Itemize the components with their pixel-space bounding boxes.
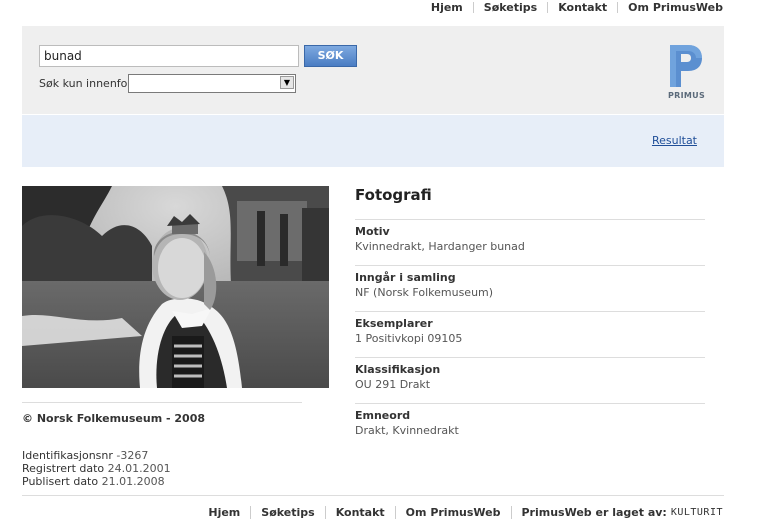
nav-separator — [472, 1, 474, 13]
field-label: Eksemplarer — [355, 317, 433, 330]
record-details: Fotografi Motiv Kvinnedrakt, Hardanger b… — [355, 184, 705, 449]
search-button[interactable]: SØK — [304, 45, 357, 67]
meta-id-row: Identifikasjonsnr -3267 — [22, 449, 171, 462]
photo-image — [22, 186, 329, 388]
footer-separator — [324, 506, 326, 519]
search-panel: bunad SØK Søk kun innenfor: ▼ PRIMUS — [22, 26, 724, 114]
footer-separator — [394, 506, 396, 519]
field-label: Emneord — [355, 409, 411, 422]
footer-credit: PrimusWeb er laget av: — [521, 506, 667, 519]
primus-logo-icon — [670, 45, 702, 87]
footer-nav: Hjem Søketips Kontakt Om PrimusWeb Primu… — [208, 506, 723, 519]
record-meta: Identifikasjonsnr -3267 Registrert dato … — [22, 449, 171, 488]
footer-separator — [510, 506, 512, 519]
meta-registered-label: Registrert dato — [22, 462, 105, 475]
dropdown-arrow-icon[interactable]: ▼ — [280, 76, 294, 89]
footer-divider — [22, 495, 724, 496]
field-classification: Klassifikasjon OU 291 Drakt — [355, 357, 705, 403]
field-subject: Emneord Drakt, Kvinnedrakt — [355, 403, 705, 449]
result-link[interactable]: Resultat — [652, 134, 697, 147]
field-copies: Eksemplarer 1 Positivkopi 09105 — [355, 311, 705, 357]
copyright-text: © Norsk Folkemuseum - 2008 — [22, 412, 206, 425]
field-value: Drakt, Kvinnedrakt — [355, 424, 459, 437]
nav-home-link[interactable]: Hjem — [431, 1, 463, 14]
field-label: Inngår i samling — [355, 271, 456, 284]
meta-published-value: 21.01.2008 — [101, 475, 165, 488]
footer-home-link[interactable]: Hjem — [208, 506, 240, 519]
meta-published-row: Publisert dato 21.01.2008 — [22, 475, 171, 488]
meta-registered-row: Registrert dato 24.01.2001 — [22, 462, 171, 475]
meta-published-label: Publisert dato — [22, 475, 99, 488]
nav-separator — [547, 1, 549, 13]
meta-id-value: -3267 — [116, 449, 149, 462]
footer-contact-link[interactable]: Kontakt — [336, 506, 385, 519]
search-within-select[interactable]: ▼ — [128, 74, 296, 93]
nav-contact-link[interactable]: Kontakt — [558, 1, 607, 14]
record-photo[interactable] — [22, 186, 329, 388]
search-within-label: Søk kun innenfor: — [39, 77, 136, 90]
primus-logo[interactable]: PRIMUS — [668, 43, 706, 101]
field-label: Klassifikasjon — [355, 363, 441, 376]
field-label: Motiv — [355, 225, 390, 238]
field-collection: Inngår i samling NF (Norsk Folkemuseum) — [355, 265, 705, 311]
footer-about-link[interactable]: Om PrimusWeb — [406, 506, 501, 519]
meta-registered-value: 24.01.2001 — [107, 462, 171, 475]
meta-id-label: Identifikasjonsnr — [22, 449, 113, 462]
photo-divider — [22, 402, 302, 403]
footer-search-tips-link[interactable]: Søketips — [261, 506, 314, 519]
field-motiv: Motiv Kvinnedrakt, Hardanger bunad — [355, 219, 705, 265]
record-title: Fotografi — [355, 186, 432, 204]
nav-about-link[interactable]: Om PrimusWeb — [628, 1, 723, 14]
top-nav: Hjem Søketips Kontakt Om PrimusWeb — [431, 0, 723, 14]
result-bar: Resultat — [22, 115, 724, 167]
nav-separator — [617, 1, 619, 13]
field-value: NF (Norsk Folkemuseum) — [355, 286, 494, 299]
field-value: 1 Positivkopi 09105 — [355, 332, 463, 345]
field-value: Kvinnedrakt, Hardanger bunad — [355, 240, 525, 253]
field-value: OU 291 Drakt — [355, 378, 431, 391]
primus-logo-text: PRIMUS — [668, 91, 706, 100]
search-input[interactable]: bunad — [39, 45, 299, 67]
footer-separator — [250, 506, 252, 519]
kulturit-logo[interactable]: KULTURIT — [671, 507, 723, 518]
nav-search-tips-link[interactable]: Søketips — [484, 1, 537, 14]
